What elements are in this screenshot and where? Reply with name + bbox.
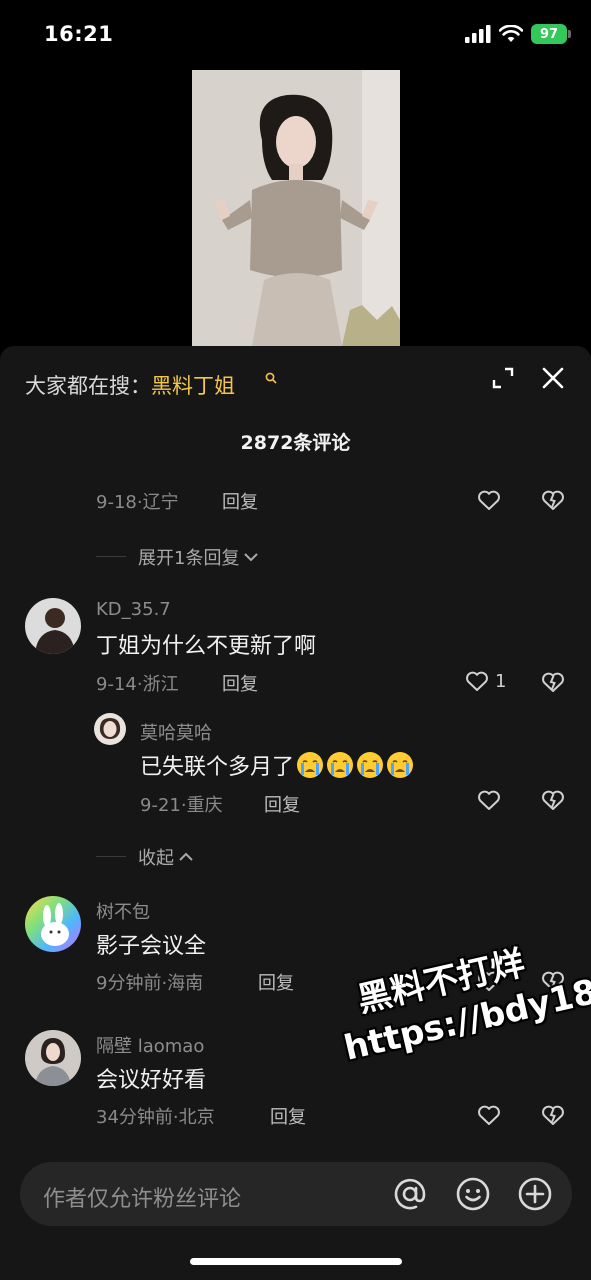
crying-face-icon xyxy=(327,752,354,778)
signal-icon xyxy=(465,25,491,43)
thread-divider xyxy=(96,856,126,857)
status-time: 16:21 xyxy=(44,22,114,46)
comment-meta: 9-14·浙江 xyxy=(96,674,179,695)
avatar[interactable] xyxy=(94,713,126,745)
like-icon[interactable] xyxy=(477,789,501,811)
crying-face-icon xyxy=(357,752,384,778)
crying-face-icons xyxy=(294,752,414,780)
crying-face-icon xyxy=(387,752,414,778)
close-icon[interactable] xyxy=(541,366,565,390)
battery-level: 97 xyxy=(539,26,559,42)
comment-meta: 34分钟前·北京 xyxy=(96,1107,215,1128)
comment-text: 已失联个多月了 xyxy=(140,749,414,781)
like-button[interactable]: 1 xyxy=(465,670,506,692)
comment-count: 2872条评论 xyxy=(240,432,351,454)
chevron-down-icon xyxy=(244,553,259,562)
comment-input-bar: 作者仅允许粉丝评论 xyxy=(0,1148,591,1280)
screen: 16:21 97 大家都在搜：黑料丁姐 2872条评论 9-18·辽宁 回复 展… xyxy=(0,0,591,1280)
battery-icon: 97 xyxy=(531,24,571,44)
sheet-header: 大家都在搜：黑料丁姐 xyxy=(0,346,591,416)
thread-divider xyxy=(96,556,126,557)
dislike-icon[interactable] xyxy=(541,671,565,693)
crying-face-icon xyxy=(297,752,324,778)
comment-text: 影子会议全 xyxy=(96,934,207,959)
dislike-icon[interactable] xyxy=(541,489,565,511)
status-bar: 16:21 97 xyxy=(0,0,591,70)
dislike-icon[interactable] xyxy=(541,789,565,811)
trending-term[interactable]: 黑料丁姐 xyxy=(151,374,235,398)
avatar[interactable] xyxy=(25,896,81,952)
home-indicator[interactable] xyxy=(190,1258,402,1265)
like-icon[interactable] xyxy=(477,1104,501,1126)
avatar[interactable] xyxy=(25,1030,81,1086)
expand-replies-label: 展开1条回复 xyxy=(138,548,240,569)
video-thumbnail[interactable] xyxy=(192,70,400,346)
video-frame-illustration xyxy=(192,70,400,346)
reply-button[interactable]: 回复 xyxy=(270,1103,306,1129)
reply-button[interactable]: 回复 xyxy=(222,670,258,696)
comment-meta: 9-18·辽宁 xyxy=(96,492,179,513)
like-icon[interactable] xyxy=(477,489,501,511)
wifi-icon xyxy=(499,25,523,42)
reply-button[interactable]: 回复 xyxy=(264,791,300,817)
collapse-replies-label: 收起 xyxy=(138,848,174,869)
comment-username[interactable]: KD_35.7 xyxy=(96,599,171,620)
expand-replies-button[interactable]: 展开1条回复 xyxy=(138,544,259,570)
reply-button[interactable]: 回复 xyxy=(222,488,258,514)
comment-input-placeholder: 作者仅允许粉丝评论 xyxy=(43,1187,242,1212)
trending-prefix: 大家都在搜： xyxy=(25,374,151,398)
comment-text: 丁姐为什么不更新了啊 xyxy=(96,634,317,659)
status-icons: 97 xyxy=(465,24,571,44)
comment-username[interactable]: 莫哈莫哈 xyxy=(140,719,212,745)
collapse-replies-button[interactable]: 收起 xyxy=(138,844,194,870)
comment-username[interactable]: 隔壁 laomao xyxy=(96,1032,204,1058)
dislike-icon[interactable] xyxy=(541,1104,565,1126)
chevron-up-icon xyxy=(179,852,193,861)
like-count: 1 xyxy=(495,670,507,692)
comment-text: 会议好好看 xyxy=(96,1068,207,1093)
emoji-icon[interactable] xyxy=(455,1176,491,1212)
mention-icon[interactable] xyxy=(392,1176,428,1212)
fullscreen-icon[interactable] xyxy=(491,366,515,390)
add-icon[interactable] xyxy=(517,1176,553,1212)
comment-text-body: 已失联个多月了 xyxy=(140,755,295,780)
trending-search[interactable]: 大家都在搜：黑料丁姐 xyxy=(25,370,235,400)
avatar[interactable] xyxy=(25,598,81,654)
reply-button[interactable]: 回复 xyxy=(258,969,294,995)
comment-meta: 9-21·重庆 xyxy=(140,795,223,816)
comment-meta: 9分钟前·海南 xyxy=(96,973,204,994)
comment-username[interactable]: 树不包 xyxy=(96,898,150,924)
like-icon xyxy=(466,671,488,691)
search-icon xyxy=(265,372,277,384)
